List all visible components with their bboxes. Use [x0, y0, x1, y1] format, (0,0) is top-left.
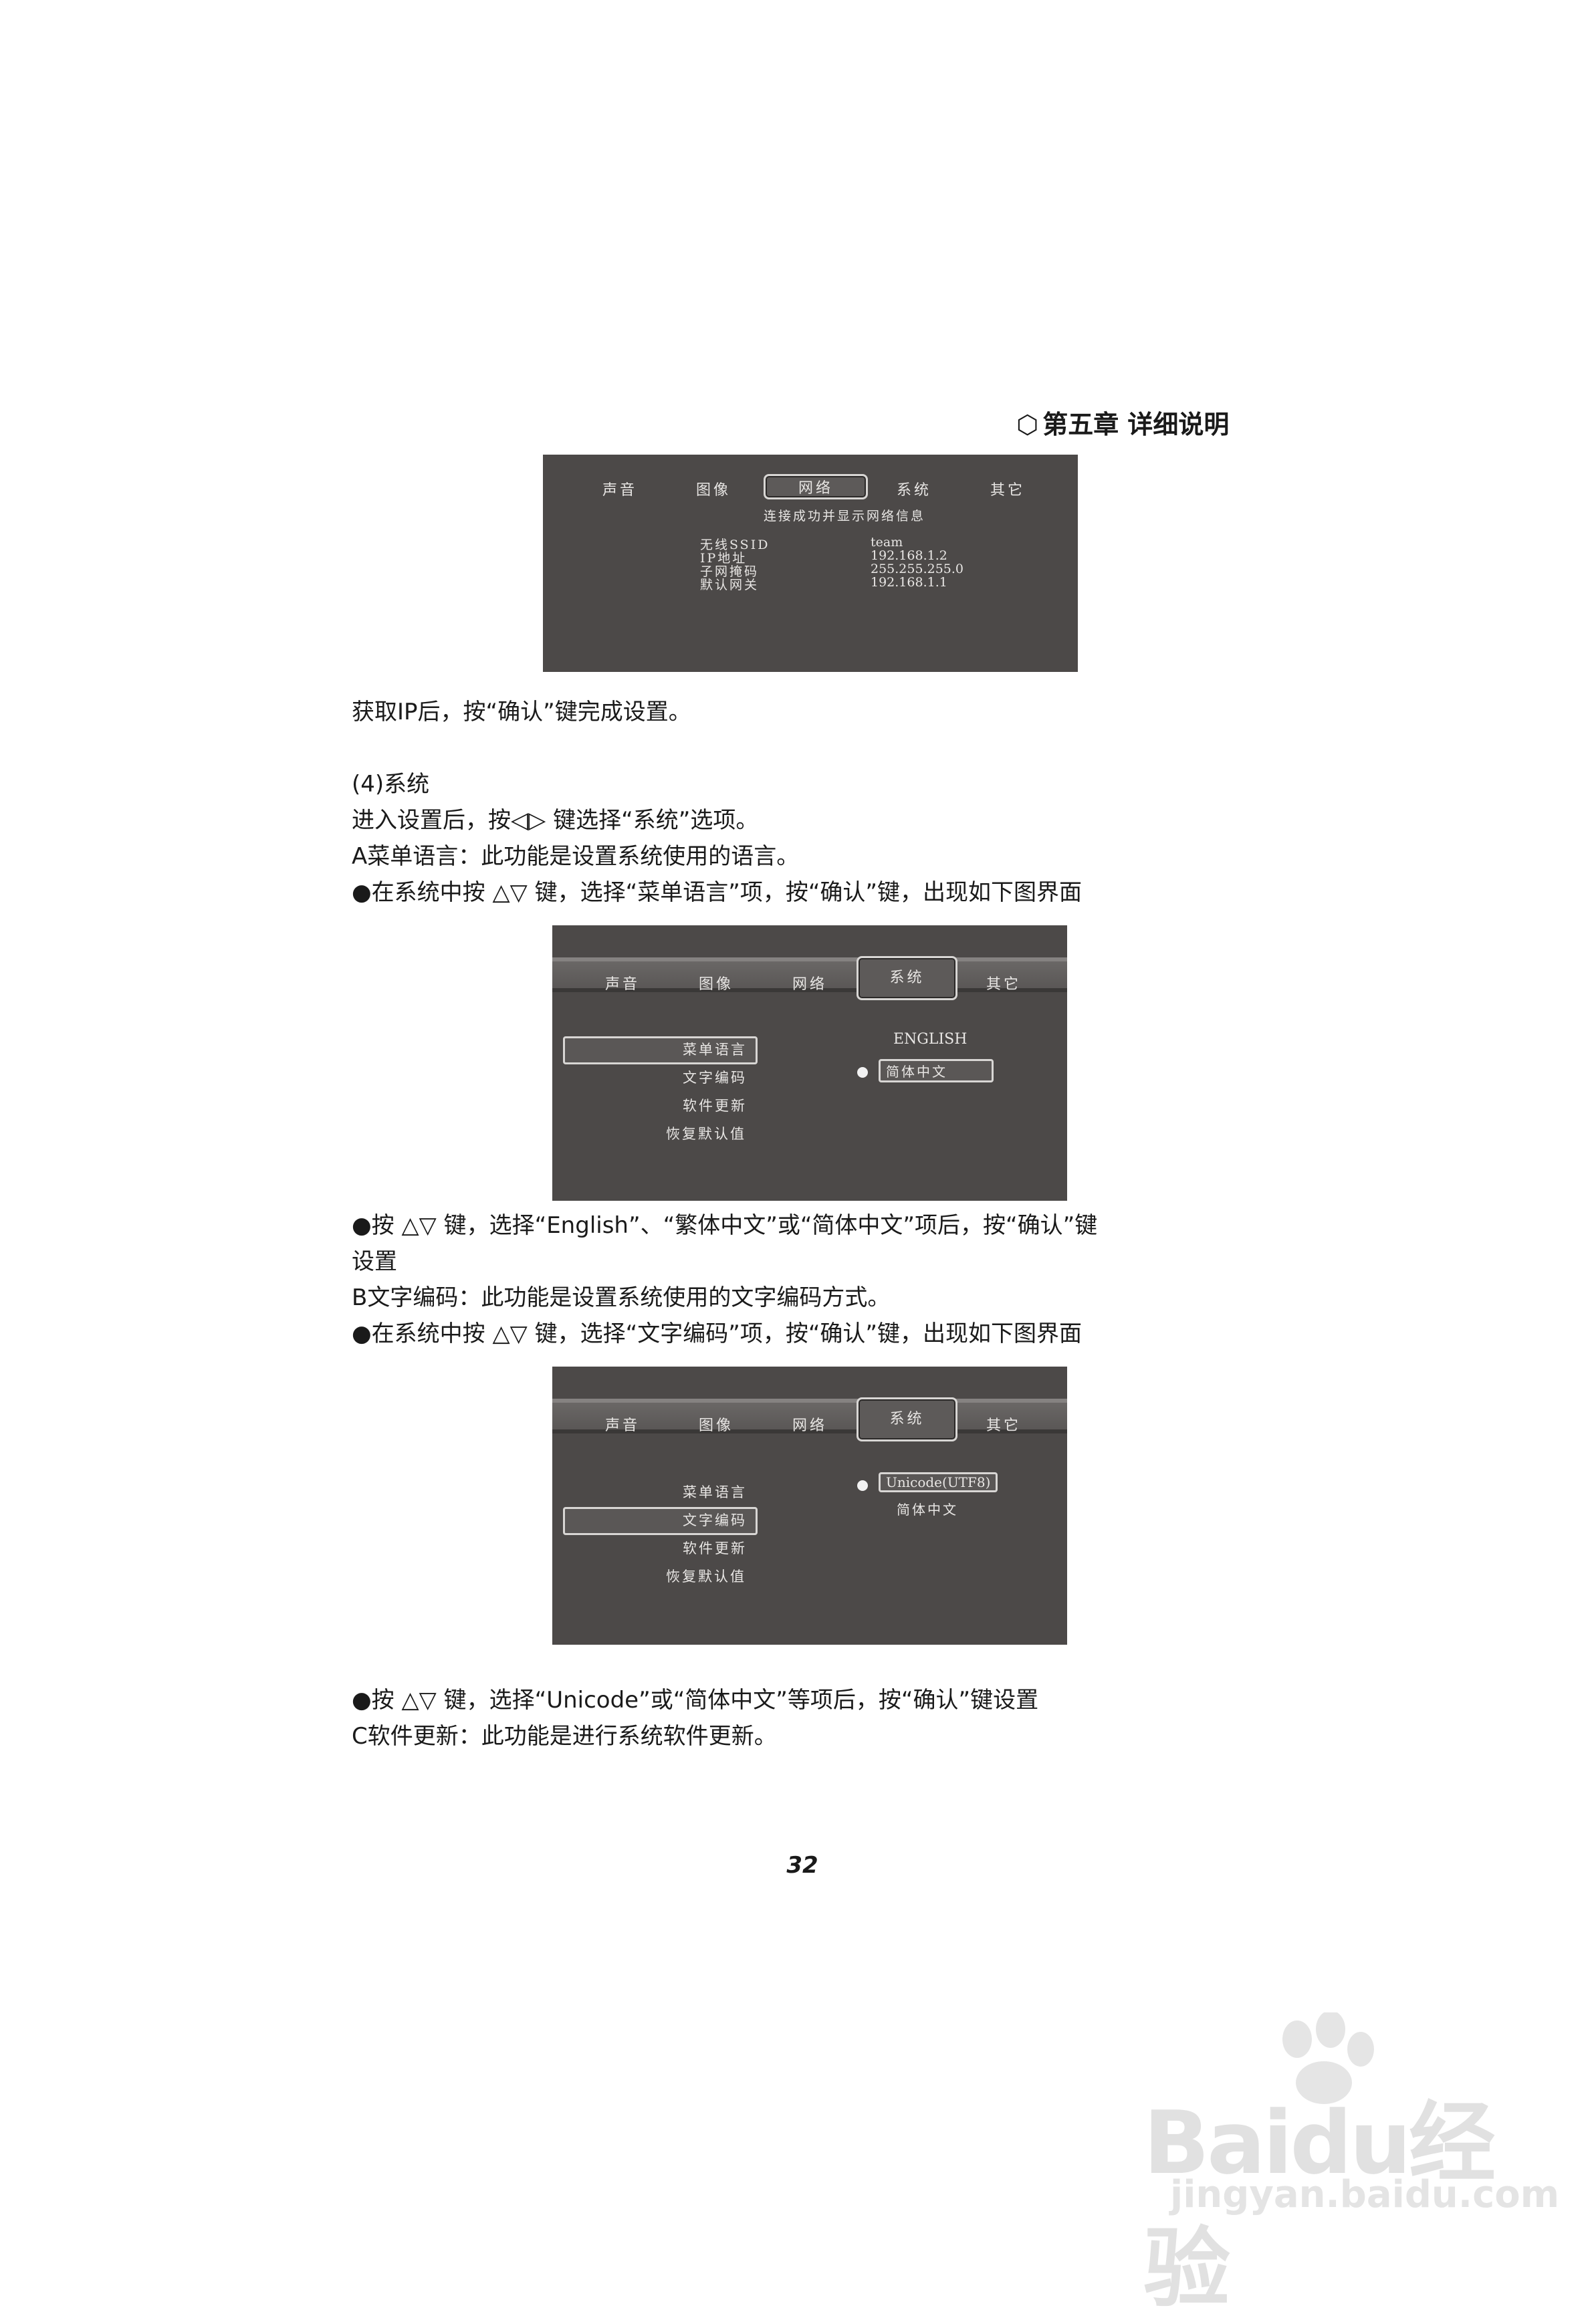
- paragraph-b-step1: ●在系统中按 △▽ 键，选择“文字编码”项，按“确认”键，出现如下图界面: [352, 1316, 1248, 1352]
- baidu-watermark: Baidu经验 jingyan.baidu.com: [1130, 2012, 1559, 2319]
- menu-item-language: 菜单语言: [683, 1484, 747, 1500]
- menu-item-restore-default: 恢复默认值: [666, 1126, 746, 1142]
- menu-item-language-label: 菜单语言: [683, 1042, 747, 1058]
- paragraph-a-title: A菜单语言：此功能是设置系统使用的语言。: [352, 843, 800, 870]
- selected-dot-icon: [857, 1480, 868, 1491]
- option-english: ENGLISH: [893, 1031, 968, 1048]
- menu-item-restore-default: 恢复默认值: [666, 1568, 746, 1585]
- tab-system: 系统: [896, 482, 931, 499]
- option-unicode: Unicode(UTF8): [879, 1472, 998, 1492]
- tab-picture: 图像: [695, 482, 731, 499]
- left-right-arrows-icon: ◁▷: [511, 807, 546, 834]
- info-value-ip: 192.168.1.2: [871, 548, 947, 563]
- paragraph-c-title: C软件更新：此功能是进行系统软件更新。: [352, 1723, 777, 1750]
- tab-other: 其它: [990, 482, 1025, 499]
- tab-sound: 声音: [602, 482, 637, 499]
- b-step2-before: ●按: [352, 1687, 402, 1714]
- paragraph-a-step1: ●在系统中按 △▽ 键，选择“菜单语言”项，按“确认”键，出现如下图界面: [352, 875, 1248, 911]
- menu-item-encoding-label: 文字编码: [683, 1512, 747, 1528]
- tab-sound: 声音: [604, 1417, 640, 1434]
- up-down-arrows-icon: △▽: [401, 1212, 437, 1239]
- b-step1-after: 键，选择“文字编码”项，按“确认”键，出现如下图界面: [527, 1320, 1083, 1347]
- info-value-mask: 255.255.255.0: [871, 562, 964, 576]
- info-value-ssid: team: [871, 535, 903, 550]
- page-number: 32: [786, 1852, 818, 1879]
- paragraph-a-step2-cont: 设置: [352, 1248, 397, 1275]
- tab-picture: 图像: [698, 976, 733, 993]
- intro-text-before: 进入设置后，按: [352, 807, 511, 834]
- chapter-title: 第五章 详细说明: [1042, 410, 1230, 439]
- network-info-screenshot: 声音 图像 网络 系统 其它 连接成功并显示网络信息 无线SSID team I…: [543, 455, 1078, 672]
- tab-other: 其它: [986, 976, 1021, 993]
- paragraph-a-step2: ●按 △▽ 键，选择“English”、“繁体中文”或“简体中文”项后，按“确认…: [352, 1207, 1248, 1244]
- paragraph-system-intro: 进入设置后，按◁▷ 键选择“系统”选项。: [352, 802, 1248, 838]
- paragraph-b-step2: ●按 △▽ 键，选择“Unicode”或“简体中文”等项后，按“确认”键设置: [352, 1682, 1248, 1718]
- tab-network: 网络: [792, 1417, 827, 1434]
- a-step1-after: 键，选择“菜单语言”项，按“确认”键，出现如下图界面: [527, 879, 1083, 906]
- menu-language-screenshot: 声音 图像 网络 系统 其它 菜单语言 文字编码 软件更新 恢复默认值 ENGL…: [552, 925, 1067, 1201]
- paragraph-ip-confirm: 获取IP后，按“确认”键完成设置。: [352, 699, 691, 725]
- menu-item-software-update: 软件更新: [683, 1540, 747, 1556]
- text-encoding-screenshot: 声音 图像 网络 系统 其它 菜单语言 文字编码 软件更新 恢复默认值 Unic…: [552, 1367, 1067, 1645]
- tab-network: 网络: [792, 976, 827, 993]
- tab-network: 网络: [764, 474, 868, 499]
- chapter-header: ⬡ 第五章 详细说明: [1016, 404, 1250, 441]
- tab-other: 其它: [986, 1417, 1021, 1434]
- up-down-arrows-icon: △▽: [492, 879, 528, 906]
- option-simplified-chinese: 简体中文: [897, 1502, 958, 1518]
- a-step2-before: ●按: [352, 1212, 402, 1239]
- tab-sound: 声音: [604, 976, 640, 993]
- tab-picture: 图像: [698, 1417, 733, 1434]
- info-label-gateway: 默认网关: [700, 578, 760, 592]
- intro-text-after: 键选择“系统”选项。: [546, 807, 759, 834]
- menu-item-software-update: 软件更新: [683, 1098, 747, 1114]
- section-heading-system: (4)系统: [352, 771, 430, 798]
- option-simplified-chinese: 简体中文: [879, 1059, 994, 1082]
- screen-subtitle: 连接成功并显示网络信息: [764, 509, 926, 524]
- hexagon-icon: ⬡: [1016, 410, 1039, 439]
- menu-item-encoding: 文字编码: [683, 1070, 747, 1086]
- tab-system: 系统: [857, 1397, 957, 1441]
- info-value-gateway: 192.168.1.1: [871, 575, 947, 590]
- up-down-arrows-icon: △▽: [401, 1687, 437, 1714]
- up-down-arrows-icon: △▽: [492, 1320, 528, 1347]
- b-step2-after: 键，选择“Unicode”或“简体中文”等项后，按“确认”键设置: [436, 1687, 1039, 1714]
- tab-bar: 声音 图像 网络 系统 其它: [543, 474, 1078, 505]
- paragraph-b-title: B文字编码：此功能是设置系统使用的文字编码方式。: [352, 1284, 891, 1311]
- tab-system: 系统: [857, 956, 957, 1000]
- selected-dot-icon: [857, 1067, 868, 1078]
- a-step1-before: ●在系统中按: [352, 879, 493, 906]
- watermark-url: jingyan.baidu.com: [1170, 2173, 1560, 2216]
- b-step1-before: ●在系统中按: [352, 1320, 493, 1347]
- a-step2-after: 键，选择“English”、“繁体中文”或“简体中文”项后，按“确认”键: [436, 1212, 1098, 1239]
